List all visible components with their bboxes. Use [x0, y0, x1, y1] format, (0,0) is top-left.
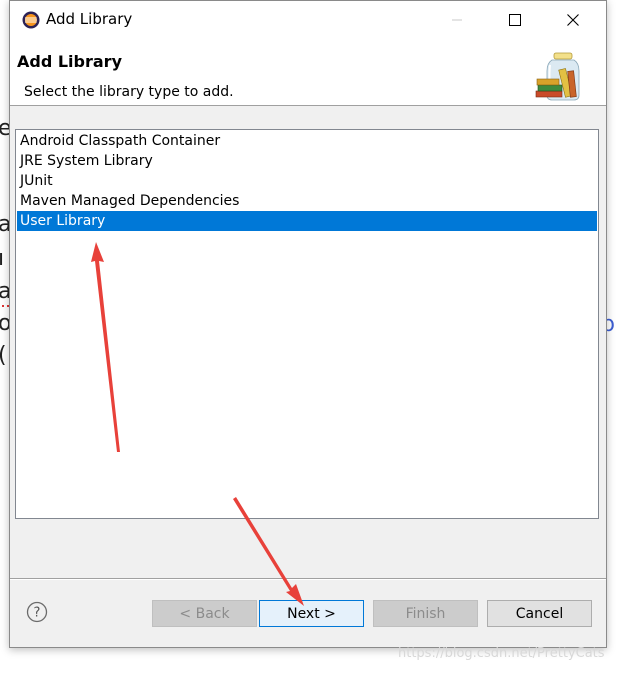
- wizard-header: Add Library Select the library type to a…: [10, 39, 606, 106]
- window-title: Add Library: [46, 10, 133, 28]
- next-button[interactable]: Next >: [259, 600, 364, 627]
- screen: e a ı a o ( p Add Library: [0, 0, 627, 674]
- close-button[interactable]: [550, 1, 596, 39]
- eclipse-icon: [22, 11, 40, 29]
- cancel-button[interactable]: Cancel: [487, 600, 592, 627]
- maximize-icon: [509, 14, 521, 26]
- finish-button[interactable]: Finish: [373, 600, 478, 627]
- wizard-title: Add Library: [17, 52, 122, 71]
- list-item-junit[interactable]: JUnit: [17, 171, 597, 191]
- list-item-android-classpath-container[interactable]: Android Classpath Container: [17, 131, 597, 151]
- library-jar-books-icon: [535, 52, 580, 101]
- close-icon: [567, 14, 579, 26]
- background-text-fragment: (: [0, 343, 7, 368]
- button-bar-separator: [10, 578, 606, 580]
- library-type-list[interactable]: Android Classpath Container JRE System L…: [15, 129, 599, 519]
- help-icon[interactable]: ?: [26, 601, 48, 623]
- add-library-dialog: Add Library Add Library Select the libra…: [9, 0, 607, 648]
- watermark: https://blog.csdn.net/PrettyCats: [398, 646, 605, 661]
- minimize-button[interactable]: [434, 1, 480, 39]
- maximize-button[interactable]: [492, 1, 538, 39]
- list-item-user-library[interactable]: User Library: [17, 211, 597, 231]
- minimize-icon: [452, 19, 462, 21]
- back-button[interactable]: < Back: [152, 600, 257, 627]
- help-glyph: ?: [34, 606, 41, 621]
- wizard-description: Select the library type to add.: [24, 84, 234, 100]
- background-text-fragment: ı: [0, 246, 5, 271]
- list-item-jre-system-library[interactable]: JRE System Library: [17, 151, 597, 171]
- list-item-maven-managed-dependencies[interactable]: Maven Managed Dependencies: [17, 191, 597, 211]
- title-bar[interactable]: Add Library: [10, 1, 606, 39]
- spellcheck-squiggle: [2, 302, 9, 307]
